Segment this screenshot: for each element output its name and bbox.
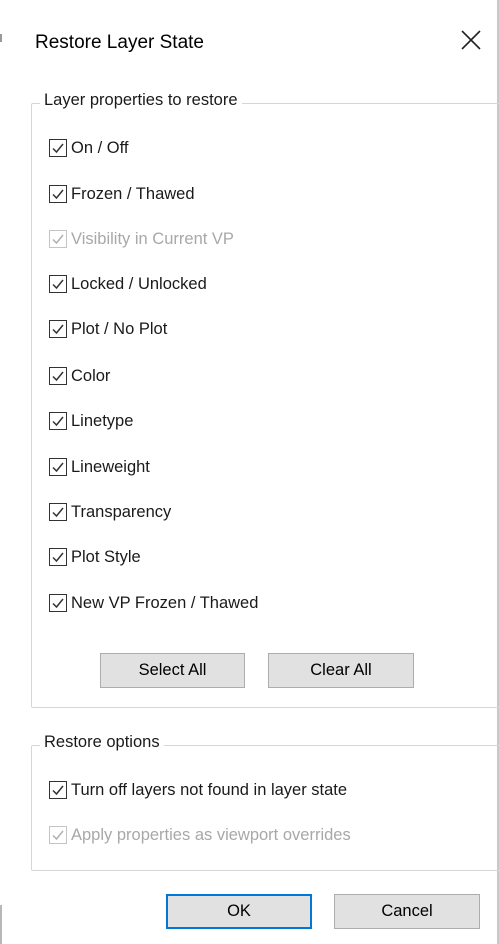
checkbox-linetype[interactable]: Linetype xyxy=(49,408,133,434)
checkbox-transparency[interactable]: Transparency xyxy=(49,499,171,525)
checkbox-box xyxy=(49,230,67,248)
checkbox-label: Plot Style xyxy=(71,547,141,566)
checkbox-new-vp-frozen-thawed[interactable]: New VP Frozen / Thawed xyxy=(49,590,258,616)
checkbox-label: Visibility in Current VP xyxy=(71,229,234,248)
checkbox-label: Lineweight xyxy=(71,457,150,476)
checkmark-icon xyxy=(52,371,64,382)
checkmark-icon xyxy=(52,324,64,335)
checkmark-icon xyxy=(52,507,64,518)
checkbox-box[interactable] xyxy=(49,503,67,521)
ok-button[interactable]: OK xyxy=(166,894,312,929)
checkmark-icon xyxy=(52,234,64,245)
checkbox-plot-style[interactable]: Plot Style xyxy=(49,544,141,570)
cancel-button[interactable]: Cancel xyxy=(334,894,480,929)
checkbox-box[interactable] xyxy=(49,367,67,385)
checkmark-icon xyxy=(52,552,64,563)
layer-properties-legend: Layer properties to restore xyxy=(40,91,242,110)
checkbox-apply-as-viewport-overrides: Apply properties as viewport overrides xyxy=(49,822,351,848)
clear-all-button[interactable]: Clear All xyxy=(268,653,414,688)
checkbox-color[interactable]: Color xyxy=(49,363,110,389)
checkbox-label: Turn off layers not found in layer state xyxy=(71,780,348,799)
checkbox-label: Apply properties as viewport overrides xyxy=(71,825,351,844)
checkbox-box[interactable] xyxy=(49,781,67,799)
restore-layer-state-dialog: Restore Layer State Layer properties to … xyxy=(16,0,499,944)
checkbox-label: On / Off xyxy=(71,138,129,157)
checkbox-frozen-thawed[interactable]: Frozen / Thawed xyxy=(49,181,195,207)
checkbox-box[interactable] xyxy=(49,458,67,476)
checkmark-icon xyxy=(52,143,64,154)
checkbox-box[interactable] xyxy=(49,185,67,203)
dialog-titlebar: Restore Layer State xyxy=(16,0,497,80)
checkbox-visibility-current-vp: Visibility in Current VP xyxy=(49,226,234,252)
checkbox-box[interactable] xyxy=(49,320,67,338)
background-window-edge xyxy=(0,34,2,42)
checkbox-box[interactable] xyxy=(49,412,67,430)
checkbox-label: Frozen / Thawed xyxy=(71,184,195,203)
checkbox-plot-no-plot[interactable]: Plot / No Plot xyxy=(49,316,167,342)
checkbox-label: Transparency xyxy=(71,502,172,521)
checkmark-icon xyxy=(52,416,64,427)
close-icon xyxy=(461,30,481,50)
checkbox-label: Locked / Unlocked xyxy=(71,274,207,293)
checkmark-icon xyxy=(52,830,64,841)
checkbox-label: New VP Frozen / Thawed xyxy=(71,593,259,612)
checkbox-label: Color xyxy=(71,366,111,385)
checkbox-label: Plot / No Plot xyxy=(71,319,168,338)
checkbox-box xyxy=(49,826,67,844)
checkbox-box[interactable] xyxy=(49,275,67,293)
checkmark-icon xyxy=(52,462,64,473)
checkmark-icon xyxy=(52,598,64,609)
checkbox-lineweight[interactable]: Lineweight xyxy=(49,454,150,480)
checkmark-icon xyxy=(52,279,64,290)
dialog-title: Restore Layer State xyxy=(35,32,204,53)
restore-options-group: Restore options xyxy=(31,733,499,871)
checkbox-turn-off-layers-not-found[interactable]: Turn off layers not found in layer state xyxy=(49,777,347,803)
checkbox-locked-unlocked[interactable]: Locked / Unlocked xyxy=(49,271,207,297)
checkbox-box[interactable] xyxy=(49,548,67,566)
checkbox-on-off[interactable]: On / Off xyxy=(49,135,128,161)
checkbox-box[interactable] xyxy=(49,594,67,612)
select-all-button[interactable]: Select All xyxy=(100,653,245,688)
checkmark-icon xyxy=(52,189,64,200)
background-window-edge-bottom xyxy=(0,905,2,944)
checkbox-label: Linetype xyxy=(71,411,134,430)
close-button[interactable] xyxy=(453,22,489,58)
checkbox-box[interactable] xyxy=(49,139,67,157)
restore-options-legend: Restore options xyxy=(40,733,164,752)
checkmark-icon xyxy=(52,785,64,796)
